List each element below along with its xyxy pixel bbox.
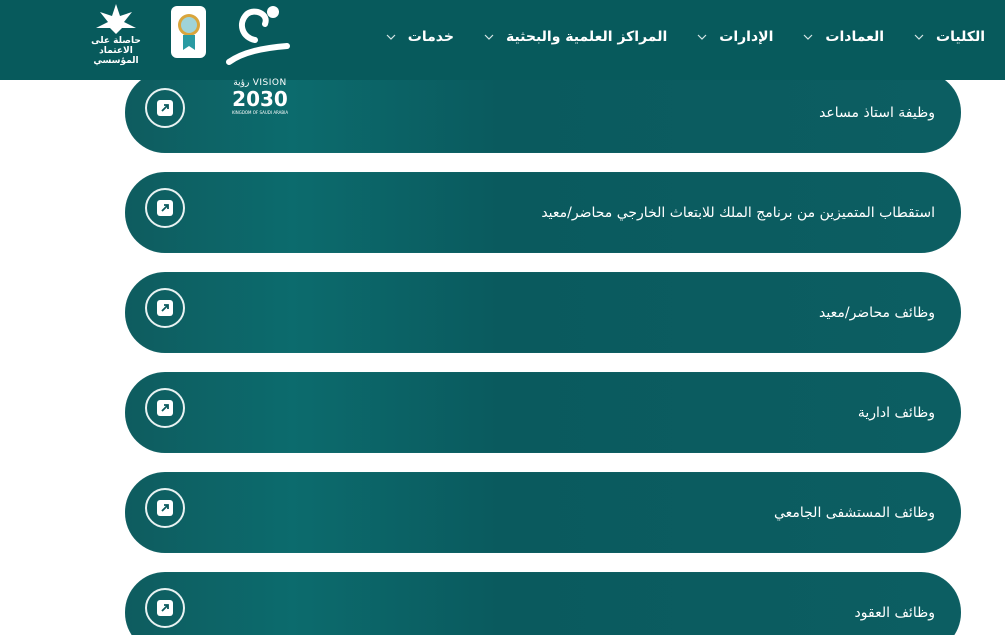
- job-card-title: استقطاب المتميزين من برنامج الملك للابتع…: [541, 204, 935, 221]
- external-link-icon: [157, 100, 173, 116]
- open-link-button[interactable]: [145, 188, 185, 228]
- vision-2030-logo: VISION رؤية 2030 KINGDOM OF SAUDI ARABIA: [228, 78, 292, 132]
- chevron-down-icon: [803, 34, 813, 40]
- nav-item-label: خدمات: [407, 29, 454, 45]
- chevron-down-icon: [484, 34, 494, 40]
- nav-item-label: المراكز العلمية والبحثية: [505, 29, 668, 45]
- open-link-button[interactable]: [145, 288, 185, 328]
- accreditation-logo: حاصلة على الاعتماد المؤسسي: [80, 2, 152, 66]
- nav-item-label: العمادات: [825, 29, 885, 45]
- university-logo[interactable]: [225, 2, 291, 70]
- nav-item-label: الكليات: [936, 29, 985, 45]
- chevron-down-icon: [914, 34, 924, 40]
- open-link-button[interactable]: [145, 588, 185, 628]
- logo-group: حاصلة على الاعتماد المؤسسي: [80, 0, 295, 74]
- nav-item-deanships[interactable]: العمادات: [803, 29, 884, 45]
- quality-badge: [171, 6, 206, 58]
- external-link-icon: [157, 600, 173, 616]
- nav-item-departments[interactable]: الإدارات: [697, 29, 773, 45]
- accreditation-line-1: حاصلة على: [91, 36, 141, 46]
- job-card-university-hospital[interactable]: وظائف المستشفى الجامعي: [125, 472, 961, 553]
- job-card-title: وظيفة استاذ مساعد: [819, 104, 935, 121]
- job-card-title: وظائف محاضر/معيد: [819, 304, 935, 321]
- nav-item-colleges[interactable]: الكليات: [914, 29, 985, 45]
- site-header: الكليات العمادات الإدارات المراكز العلمي…: [0, 0, 1005, 80]
- job-category-list: وظيفة استاذ مساعد استقطاب المتميزين من ب…: [0, 0, 1005, 635]
- accreditation-line-2: الاعتماد المؤسسي: [93, 46, 139, 66]
- nav-item-services[interactable]: خدمات: [386, 29, 454, 45]
- external-link-icon: [157, 300, 173, 316]
- nav-item-label: الإدارات: [719, 29, 774, 45]
- chevron-down-icon: [697, 34, 707, 40]
- accreditation-text: حاصلة على الاعتماد المؤسسي: [80, 36, 152, 66]
- job-card-contracts[interactable]: وظائف العقود: [125, 572, 961, 635]
- vision-subtitle: KINGDOM OF SAUDI ARABIA: [231, 110, 289, 115]
- job-card-lecturer[interactable]: وظائف محاضر/معيد: [125, 272, 961, 353]
- external-link-icon: [157, 400, 173, 416]
- job-card-administrative[interactable]: وظائف ادارية: [125, 372, 961, 453]
- chevron-down-icon: [386, 34, 396, 40]
- main-nav: الكليات العمادات الإدارات المراكز العلمي…: [356, 0, 985, 74]
- job-card-title: وظائف ادارية: [857, 404, 935, 421]
- job-card-outstanding-scholarship[interactable]: استقطاب المتميزين من برنامج الملك للابتع…: [125, 172, 961, 253]
- job-card-title: وظائف العقود: [854, 604, 935, 621]
- page: وظيفة استاذ مساعد استقطاب المتميزين من ب…: [0, 0, 1005, 635]
- nav-item-research-centers[interactable]: المراكز العلمية والبحثية: [484, 29, 667, 45]
- open-link-button[interactable]: [145, 388, 185, 428]
- open-link-button[interactable]: [145, 488, 185, 528]
- open-link-button[interactable]: [145, 88, 185, 128]
- external-link-icon: [157, 500, 173, 516]
- vision-number: 2030: [232, 87, 288, 111]
- external-link-icon: [157, 200, 173, 216]
- job-card-title: وظائف المستشفى الجامعي: [773, 504, 935, 521]
